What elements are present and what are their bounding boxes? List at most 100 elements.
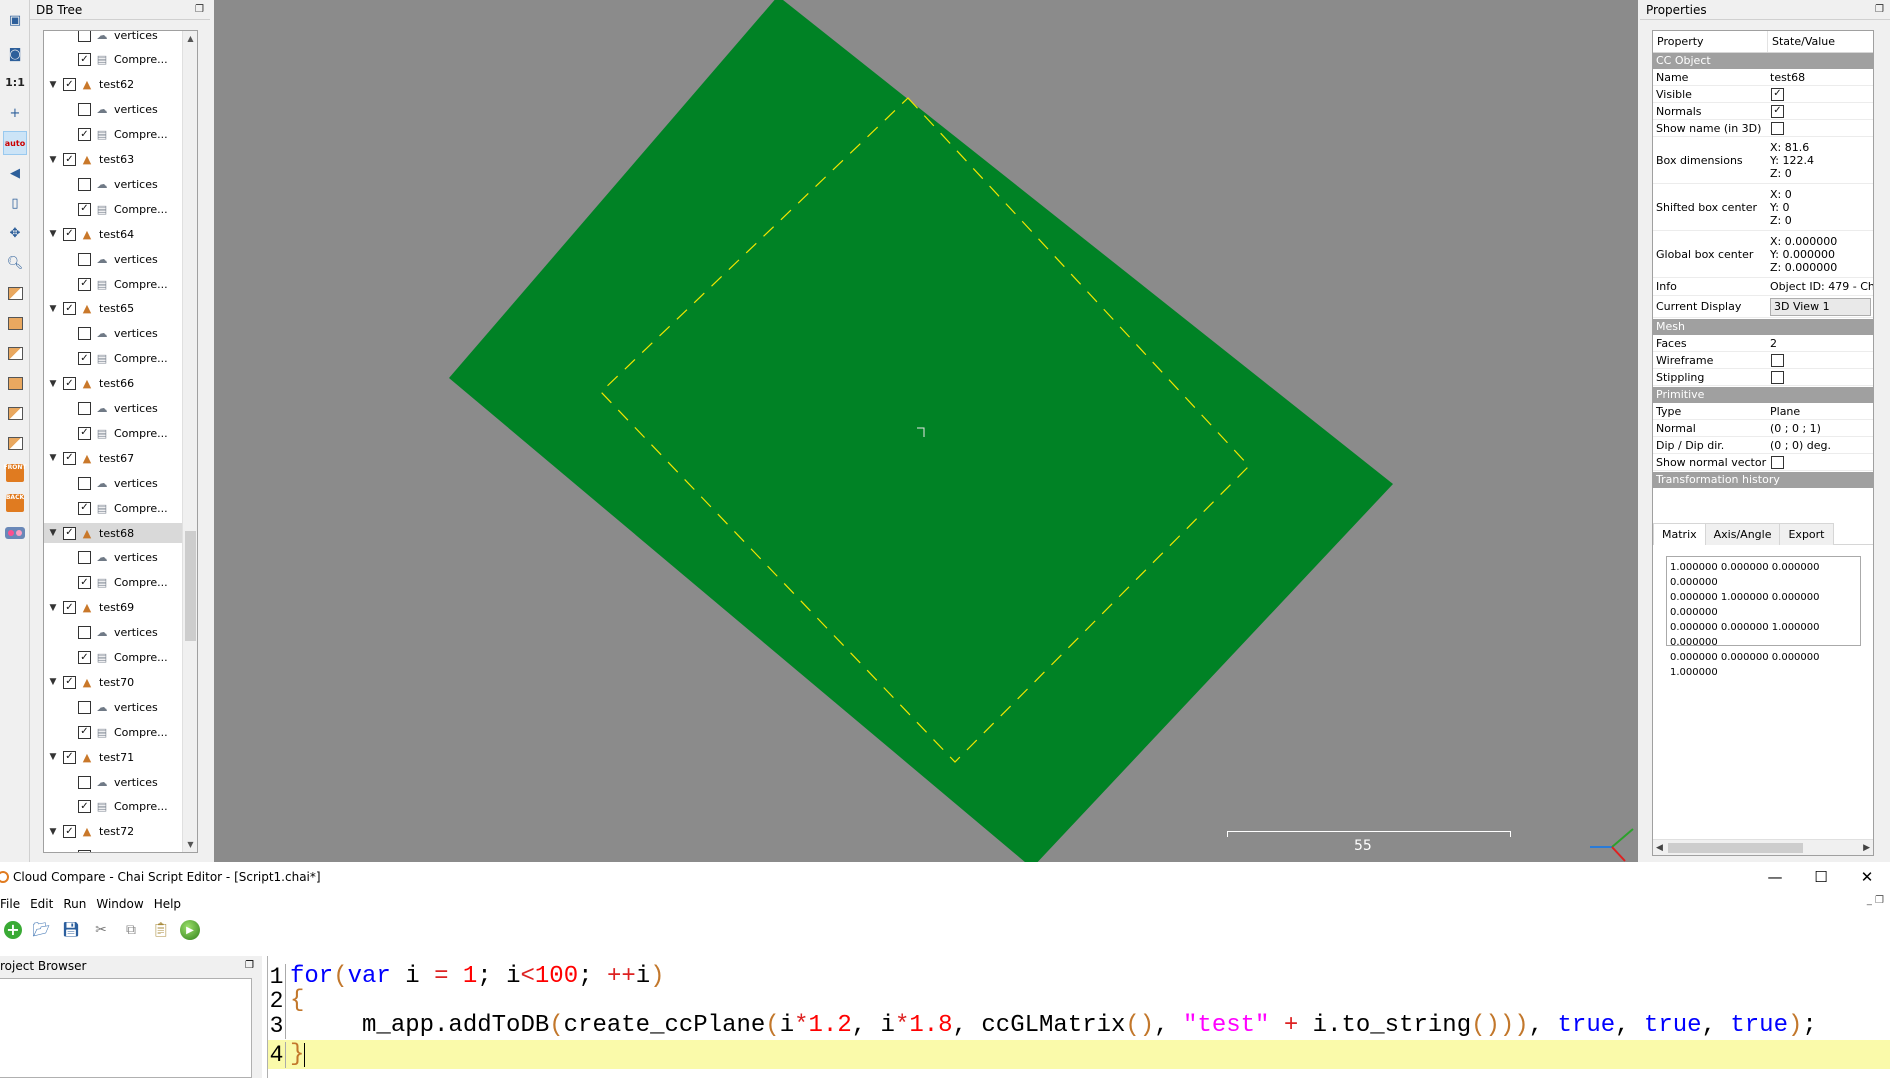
show-normal-vector-checkbox[interactable]: [1771, 455, 1784, 469]
tree-item-child[interactable]: ✓ ▤ Compre...: [44, 423, 184, 443]
copy-icon[interactable]: ⧉: [120, 919, 142, 941]
save-icon[interactable]: 💾︎: [60, 919, 82, 941]
float-panel-icon[interactable]: ❐: [245, 956, 254, 976]
visibility-checkbox[interactable]: [78, 252, 91, 266]
visibility-checkbox[interactable]: [78, 626, 91, 640]
crosshair-icon[interactable]: +: [3, 101, 27, 125]
tree-scrollbar[interactable]: ▲ ▼: [182, 31, 197, 852]
fullscreen-icon[interactable]: ▣: [3, 8, 27, 32]
expand-arrow-icon[interactable]: ▼: [47, 523, 59, 543]
view-right-icon[interactable]: [3, 401, 27, 425]
prop-row-visible[interactable]: Visible ✓: [1653, 86, 1873, 103]
tree-item-mesh[interactable]: ▼ ✓ ▲ test68: [44, 523, 184, 543]
tree-item-child[interactable]: ☁ vertices: [44, 100, 184, 120]
open-file-icon[interactable]: 📂︎: [30, 919, 52, 941]
visibility-checkbox[interactable]: ✓: [63, 451, 76, 465]
tree-item-mesh[interactable]: ▼ ✓ ▲ test65: [44, 299, 184, 319]
scroll-thumb[interactable]: [185, 531, 196, 641]
prop-row-name[interactable]: Name test68: [1653, 69, 1873, 86]
column-header-value[interactable]: State/Value: [1768, 31, 1839, 52]
visibility-checkbox[interactable]: ✓: [78, 53, 91, 67]
scroll-right-icon[interactable]: ▶: [1863, 840, 1870, 855]
stippling-checkbox[interactable]: [1771, 370, 1784, 384]
cut-icon[interactable]: ✂: [90, 919, 112, 941]
stereo-icon[interactable]: [3, 521, 27, 545]
tree-item-mesh[interactable]: ▼ ✓ ▲ test67: [44, 448, 184, 468]
plane-mesh[interactable]: [449, 0, 1393, 862]
visibility-checkbox[interactable]: [78, 551, 91, 565]
new-file-icon[interactable]: +: [4, 921, 22, 939]
tree-item-mesh[interactable]: ▼ ✓ ▲ test63: [44, 150, 184, 170]
prop-row-box-dimensions[interactable]: Box dimensions X: 81.6 Y: 122.4 Z: 0: [1653, 137, 1873, 184]
tab-export[interactable]: Export: [1779, 523, 1834, 545]
prop-row-stippling[interactable]: Stippling: [1653, 369, 1873, 386]
tree-item-child[interactable]: ☁ vertices: [44, 249, 184, 269]
expand-arrow-icon[interactable]: ▼: [47, 672, 59, 692]
tree-item-child[interactable]: ✓ ▤ Compre...: [44, 498, 184, 518]
visibility-checkbox[interactable]: ✓: [63, 750, 76, 764]
menu-run[interactable]: Run: [63, 897, 86, 911]
layer-icon[interactable]: ▯: [3, 191, 27, 215]
code-line[interactable]: 3 m_app.addToDB(create_ccPlane(i * 1.2, i *…: [268, 1011, 1890, 1040]
tree-item-child[interactable]: ✓ ▤ Compre...: [44, 722, 184, 742]
tree-item-child[interactable]: ☁ vertices: [44, 548, 184, 568]
visibility-checkbox[interactable]: ✓: [78, 426, 91, 440]
visibility-checkbox[interactable]: ✓: [63, 675, 76, 689]
tab-axis-angle[interactable]: Axis/Angle: [1704, 523, 1781, 545]
scroll-thumb[interactable]: [1668, 843, 1803, 853]
visibility-checkbox[interactable]: [78, 775, 91, 789]
visibility-checkbox[interactable]: ✓: [78, 202, 91, 216]
expand-arrow-icon[interactable]: ▼: [47, 822, 59, 842]
scroll-up-icon[interactable]: ▲: [183, 31, 197, 46]
view-back-icon[interactable]: [3, 371, 27, 395]
run-script-icon[interactable]: ▶: [180, 920, 200, 940]
view-top-icon[interactable]: [3, 281, 27, 305]
tree-item-child[interactable]: ☁ vertices: [44, 623, 184, 643]
view-left-icon[interactable]: [3, 341, 27, 365]
expand-arrow-icon[interactable]: ▼: [47, 374, 59, 394]
prop-row-info[interactable]: Info Object ID: 479 - Chi: [1653, 278, 1873, 296]
tab-matrix[interactable]: Matrix: [1653, 523, 1706, 545]
3d-view[interactable]: 55: [214, 0, 1638, 862]
prop-row-type[interactable]: Type Plane: [1653, 403, 1873, 420]
visibility-checkbox[interactable]: ✓: [63, 153, 76, 166]
tree-item-child[interactable]: ☁ vertices: [44, 31, 184, 45]
zoom-icon[interactable]: 🔍︎: [3, 251, 27, 275]
menu-file[interactable]: File: [0, 897, 20, 911]
rotate-icon[interactable]: ◀: [3, 161, 27, 185]
visibility-checkbox[interactable]: ✓: [78, 576, 91, 590]
tree-item-child[interactable]: ☁ vertices: [44, 324, 184, 344]
visibility-checkbox[interactable]: ✓: [63, 302, 76, 316]
tree-item-mesh[interactable]: ▼ ✓ ▲ test69: [44, 598, 184, 618]
iso-back-button[interactable]: BACK: [3, 491, 27, 515]
scroll-down-icon[interactable]: ▼: [183, 837, 197, 852]
current-display-select[interactable]: 3D View 1: [1770, 297, 1871, 316]
prop-row-normals[interactable]: Normals ✓: [1653, 103, 1873, 120]
menu-edit[interactable]: Edit: [30, 897, 53, 911]
view-front-icon[interactable]: [3, 311, 27, 335]
column-header-property[interactable]: Property: [1653, 31, 1768, 52]
visibility-checkbox[interactable]: ✓: [63, 227, 76, 241]
visibility-checkbox[interactable]: [78, 700, 91, 714]
auto-pivot-button[interactable]: auto: [3, 131, 27, 155]
expand-arrow-icon[interactable]: ▼: [47, 448, 59, 468]
visibility-checkbox[interactable]: ✓: [63, 601, 76, 615]
tree-item-mesh[interactable]: ▼ ✓ ▲ test62: [44, 75, 184, 95]
prop-row-global-center[interactable]: Global box center X: 0.000000 Y: 0.000000 Z…: [1653, 231, 1873, 278]
prop-row-normal[interactable]: Normal (0 ; 0 ; 1): [1653, 420, 1873, 437]
prop-row-shifted-center[interactable]: Shifted box center X: 0 Y: 0 Z: 0: [1653, 184, 1873, 231]
tree-item-mesh[interactable]: ▼ ✓ ▲ test64: [44, 224, 184, 244]
visibility-checkbox[interactable]: ✓: [63, 377, 76, 391]
tree-item-mesh[interactable]: ▼ ✓ ▲ test71: [44, 747, 184, 767]
tree-item-child[interactable]: ✓ ▤ Compre...: [44, 797, 184, 817]
paste-icon[interactable]: 📋︎: [150, 919, 172, 941]
code-line-current[interactable]: 4}: [268, 1040, 1890, 1069]
visibility-checkbox[interactable]: ✓: [78, 128, 91, 142]
visibility-checkbox[interactable]: ✓: [78, 725, 91, 739]
prop-row-current-display[interactable]: Current Display 3D View 1: [1653, 296, 1873, 318]
visibility-checkbox[interactable]: ✓: [63, 78, 76, 92]
menu-help[interactable]: Help: [154, 897, 181, 911]
tree-item-child[interactable]: ✓ ▤ Compre...: [44, 573, 184, 593]
expand-arrow-icon[interactable]: ▼: [47, 747, 59, 767]
visibility-checkbox[interactable]: ✓: [78, 352, 91, 366]
